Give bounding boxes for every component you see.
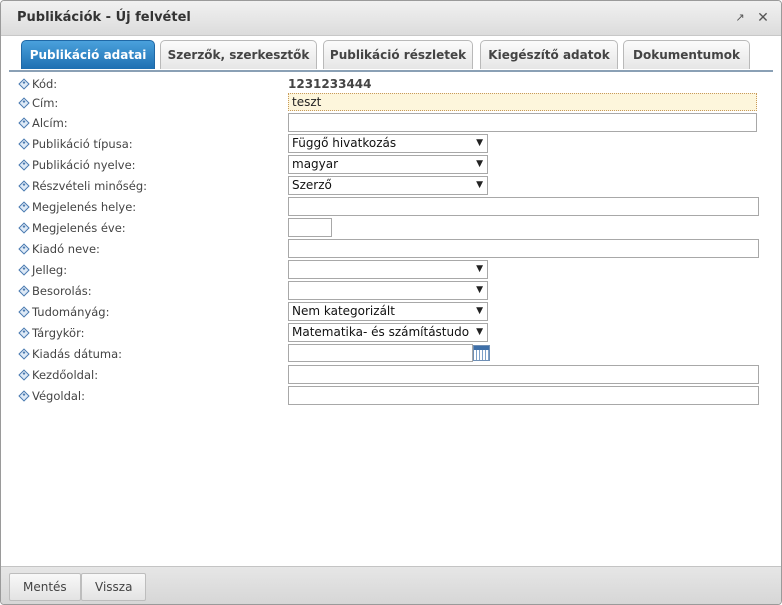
- chevron-down-icon: ▼: [476, 264, 483, 274]
- chevron-down-icon: ▼: [476, 180, 483, 190]
- diamond-bullet-icon: [18, 306, 30, 318]
- row-hely: Megjelenés helye:: [1, 197, 781, 218]
- tab-kiegeszito-adatok[interactable]: Kiegészítő adatok: [480, 40, 618, 69]
- tudomanyag-value: Nem kategorizált: [292, 304, 395, 318]
- footer-bar: Mentés Vissza: [1, 566, 781, 604]
- nyelv-value: magyar: [292, 157, 339, 171]
- diamond-bullet-icon: [18, 348, 30, 360]
- jelleg-select[interactable]: ▼: [288, 260, 488, 279]
- kod-value: 1231233444: [288, 77, 372, 91]
- diamond-bullet-icon: [18, 201, 30, 213]
- tab-publikacio-reszletek[interactable]: Publikáció részletek: [323, 40, 473, 69]
- tipus-select[interactable]: Függő hivatkozás ▼: [288, 134, 488, 153]
- diamond-bullet-icon: [18, 138, 30, 150]
- tab-dokumentumok[interactable]: Dokumentumok: [623, 40, 750, 69]
- row-datum: Kiadás dátuma:: [1, 344, 781, 365]
- diamond-bullet-icon: [18, 327, 30, 339]
- tab-divider: [9, 70, 773, 72]
- besorolas-select[interactable]: ▼: [288, 281, 488, 300]
- diamond-bullet-icon: [18, 285, 30, 297]
- title-bar[interactable]: Publikációk - Új felvétel ↗ ✕: [1, 1, 781, 36]
- kezdo-input[interactable]: [288, 365, 759, 384]
- hely-input[interactable]: [288, 197, 759, 216]
- alcim-label: Alcím:: [32, 116, 68, 130]
- diamond-bullet-icon: [18, 97, 30, 109]
- diamond-bullet-icon: [18, 243, 30, 255]
- calendar-icon[interactable]: [473, 345, 490, 361]
- row-jelleg: Jelleg: ▼: [1, 260, 781, 281]
- nyelv-label: Publikáció nyelve:: [32, 158, 136, 172]
- alcim-input[interactable]: [288, 113, 757, 132]
- row-nyelv: Publikáció nyelve: magyar ▼: [1, 155, 781, 176]
- targykor-value: Matematika- és számítástudo: [292, 325, 470, 339]
- kezdo-label: Kezdőoldal:: [32, 368, 99, 382]
- minoseg-select[interactable]: Szerző ▼: [288, 176, 488, 195]
- row-veg: Végoldal:: [1, 386, 781, 407]
- tudomanyag-select[interactable]: Nem kategorizált ▼: [288, 302, 488, 321]
- chevron-down-icon: ▼: [476, 138, 483, 148]
- chevron-down-icon: ▼: [476, 327, 483, 337]
- tipus-value: Függő hivatkozás: [292, 136, 397, 150]
- diamond-bullet-icon: [18, 369, 30, 381]
- diamond-bullet-icon: [18, 180, 30, 192]
- diamond-bullet-icon: [18, 222, 30, 234]
- minoseg-value: Szerző: [292, 178, 332, 192]
- row-minoseg: Részvételi minőség: Szerző ▼: [1, 176, 781, 197]
- row-kod: Kód: 1231233444: [1, 74, 781, 95]
- diamond-bullet-icon: [18, 264, 30, 276]
- minoseg-label: Részvételi minőség:: [32, 179, 148, 193]
- diamond-bullet-icon: [18, 117, 30, 129]
- cim-label: Cím:: [32, 96, 59, 110]
- ev-input[interactable]: [288, 218, 332, 237]
- targykor-select[interactable]: Matematika- és számítástudo ▼: [288, 323, 488, 342]
- nyelv-select[interactable]: magyar ▼: [288, 155, 488, 174]
- ev-label: Megjelenés éve:: [32, 221, 126, 235]
- kiado-label: Kiadó neve:: [32, 242, 100, 256]
- kiado-input[interactable]: [288, 239, 759, 258]
- chevron-down-icon: ▼: [476, 306, 483, 316]
- tipus-label: Publikáció típusa:: [32, 137, 133, 151]
- diamond-bullet-icon: [18, 78, 30, 90]
- hely-label: Megjelenés helye:: [32, 200, 137, 214]
- diamond-bullet-icon: [18, 390, 30, 402]
- chevron-down-icon: ▼: [476, 159, 483, 169]
- row-cim: Cím: teszt: [1, 93, 781, 114]
- tab-szerzok-szerkesztok[interactable]: Szerzők, szerkesztők: [160, 40, 317, 69]
- veg-input[interactable]: [288, 386, 759, 405]
- close-icon[interactable]: ✕: [756, 11, 770, 25]
- dialog-window: Publikációk - Új felvétel ↗ ✕ Publikáció…: [0, 0, 782, 605]
- row-tudomanyag: Tudományág: Nem kategorizált ▼: [1, 302, 781, 323]
- save-button[interactable]: Mentés: [9, 573, 81, 601]
- jelleg-label: Jelleg:: [32, 263, 68, 277]
- row-targykor: Tárgykör: Matematika- és számítástudo ▼: [1, 323, 781, 344]
- diamond-bullet-icon: [18, 159, 30, 171]
- besorolas-label: Besorolás:: [32, 284, 92, 298]
- tab-publikacio-adatai[interactable]: Publikáció adatai: [21, 40, 155, 69]
- row-alcim: Alcím:: [1, 113, 781, 134]
- popout-icon[interactable]: ↗: [733, 11, 747, 25]
- tudomanyag-label: Tudományág:: [32, 305, 110, 319]
- cim-input[interactable]: teszt: [288, 93, 757, 111]
- window-title: Publikációk - Új felvétel: [17, 10, 191, 25]
- back-button[interactable]: Vissza: [81, 573, 147, 601]
- row-kiado: Kiadó neve:: [1, 239, 781, 260]
- row-kezdo: Kezdőoldal:: [1, 365, 781, 386]
- row-besorolas: Besorolás: ▼: [1, 281, 781, 302]
- datum-input[interactable]: [288, 344, 473, 362]
- chevron-down-icon: ▼: [476, 285, 483, 295]
- datum-label: Kiadás dátuma:: [32, 347, 123, 361]
- veg-label: Végoldal:: [32, 389, 85, 403]
- kod-label: Kód:: [32, 77, 58, 91]
- targykor-label: Tárgykör:: [32, 326, 85, 340]
- row-ev: Megjelenés éve:: [1, 218, 781, 239]
- row-tipus: Publikáció típusa: Függő hivatkozás ▼: [1, 134, 781, 155]
